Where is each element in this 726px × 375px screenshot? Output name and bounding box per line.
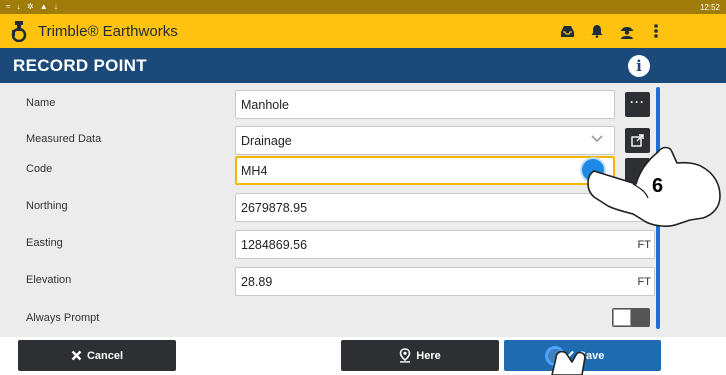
northing-label: Northing [26, 200, 68, 212]
easting-value: 1284869.56 [241, 238, 308, 252]
measured-data-label: Measured Data [26, 133, 102, 145]
code-row: Code MH4 [0, 152, 726, 188]
easting-row: Easting 1284869.56 FT [0, 226, 726, 262]
step-number: 6 [652, 175, 664, 197]
northing-row: Northing 2679878.95 [0, 189, 726, 225]
here-button[interactable]: Here [341, 340, 499, 371]
always-prompt-row: Always Prompt [0, 301, 726, 337]
measured-data-edit-button[interactable] [625, 128, 650, 153]
user-icon[interactable] [619, 23, 635, 39]
system-status-bar: ≈ ↓ ✲ ▲ ↓ 12:52 [0, 0, 726, 14]
easting-field[interactable]: 1284869.56 FT [235, 230, 655, 259]
elevation-unit: FT [637, 276, 651, 288]
chevron-down-icon [591, 135, 603, 143]
record-point-form: Name Manhole ··· Measured Data Drainage … [0, 83, 726, 337]
elevation-field[interactable]: 28.89 FT [235, 267, 655, 296]
overflow-menu-icon[interactable] [648, 23, 664, 39]
measured-data-value: Drainage [241, 134, 292, 148]
touch-indicator [582, 159, 604, 181]
trimble-logo-icon [11, 21, 27, 42]
code-label: Code [26, 163, 53, 175]
toggle-knob [613, 309, 631, 326]
code-value: MH4 [241, 164, 268, 178]
save-button[interactable]: Save [504, 340, 661, 371]
inbox-icon[interactable] [559, 23, 575, 39]
page-title: RECORD POINT [13, 56, 147, 75]
name-field[interactable]: Manhole [235, 90, 615, 119]
cancel-label: Cancel [86, 349, 124, 362]
name-row: Name Manhole ··· [0, 86, 726, 122]
northing-value: 2679878.95 [241, 201, 308, 215]
status-clock: 12:52 [699, 3, 720, 12]
more-dots-icon: ··· [630, 95, 645, 109]
northing-field[interactable]: 2679878.95 [235, 193, 655, 222]
cancel-button[interactable]: Cancel [18, 340, 176, 371]
name-value: Manhole [241, 98, 289, 112]
info-icon[interactable]: i [628, 55, 650, 77]
app-title: Trimble® Earthworks [38, 23, 178, 40]
close-icon [71, 350, 82, 361]
elevation-value: 28.89 [241, 275, 273, 289]
system-notification-icons: ≈ ↓ ✲ ▲ ↓ [6, 2, 60, 11]
edit-external-icon [631, 134, 644, 147]
alert-bell-icon[interactable] [589, 23, 605, 39]
elevation-label: Elevation [26, 274, 72, 286]
elevation-row: Elevation 28.89 FT [0, 263, 726, 299]
save-label: Save [578, 349, 605, 362]
app-bar: Trimble® Earthworks [0, 14, 726, 48]
page-title-bar: RECORD POINT i [0, 48, 726, 83]
easting-unit: FT [637, 239, 651, 251]
measured-data-dropdown[interactable]: Drainage [235, 126, 615, 155]
here-label: Here [416, 349, 441, 362]
always-prompt-label: Always Prompt [26, 312, 100, 324]
action-bar: Cancel Here Save [0, 337, 726, 375]
tap-indicator [545, 346, 565, 366]
code-field[interactable]: MH4 [235, 156, 615, 185]
always-prompt-toggle[interactable] [612, 308, 650, 327]
easting-label: Easting [26, 237, 63, 249]
location-pin-icon [399, 348, 411, 363]
code-library-button[interactable] [625, 158, 650, 183]
name-label: Name [26, 97, 56, 109]
name-more-button[interactable]: ··· [625, 92, 650, 117]
